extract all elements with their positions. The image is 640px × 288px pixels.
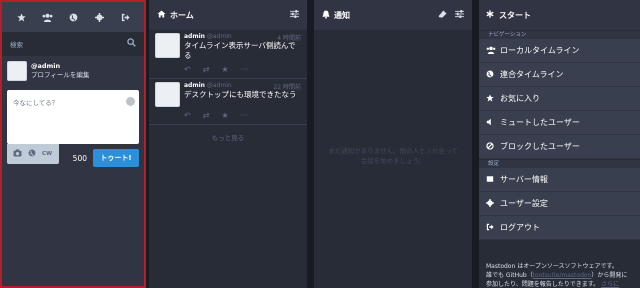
column-title: 通知 <box>334 10 350 20</box>
status-avatar[interactable] <box>155 33 180 58</box>
column-title: スタート <box>499 10 531 20</box>
menu-item-label: ミュートしたユーザー <box>500 118 580 127</box>
search-icon <box>127 37 136 50</box>
star-icon <box>486 93 496 104</box>
account-handle[interactable]: @admin <box>31 62 89 71</box>
home-icon <box>157 10 166 20</box>
favourite-star-icon[interactable]: ★ <box>221 65 228 74</box>
notifications-column: 通知 まだ通知がありません。他の人とふれ合って会話を始めましょう。 <box>314 0 472 288</box>
cog-icon <box>486 198 496 209</box>
bell-icon <box>322 10 330 21</box>
menu-item-label: お気に入り <box>500 94 540 103</box>
menu-item-muted-users[interactable]: ミュートしたユーザー <box>479 111 640 135</box>
book-icon <box>486 175 496 185</box>
menu-item-blocked-users[interactable]: ブロックしたユーザー <box>479 135 640 159</box>
boost-icon[interactable]: ⇄ <box>203 111 210 120</box>
menu-item-label: ログアウト <box>500 223 540 232</box>
navigation-heading: ナビゲーション <box>479 30 640 39</box>
home-column: ホーム admin @admin タイムライン表示サーバ側読んでる 4 時間前 … <box>149 0 307 288</box>
status-item[interactable]: admin @admin デスクトップにも環境できたなう 22 時間前 ↶ ⇄ … <box>149 79 307 125</box>
status-action-bar: ↶ ⇄ ★ ··· <box>184 110 301 120</box>
gear-icon[interactable] <box>93 11 105 23</box>
sign-out-icon[interactable] <box>119 11 131 23</box>
github-link[interactable]: tootsuite/mastodon <box>533 272 592 279</box>
drawer-tabs <box>2 2 144 32</box>
more-ellipsis-icon[interactable]: ··· <box>241 65 249 74</box>
camera-icon[interactable] <box>13 149 22 159</box>
compose-placeholder: 今なにしてる？ <box>13 99 59 107</box>
emoji-picker-icon[interactable] <box>126 97 135 106</box>
empty-notifications-message: まだ通知がありません。他の人とふれ合って会話を始めましょう。 <box>328 147 458 165</box>
column-settings-icon[interactable] <box>290 10 299 20</box>
volume-off-icon <box>486 118 496 128</box>
menu-item-federated-timeline[interactable]: 連合タイムライン <box>479 63 640 87</box>
getting-started-header: スタート <box>479 0 640 30</box>
load-more-button[interactable]: もっと見る <box>149 125 307 149</box>
getting-started-column: スタート ナビゲーション ローカルタイムライン 連合タイムライン お気に入り ミ… <box>479 0 640 288</box>
search-placeholder: 検索 <box>10 40 23 49</box>
more-link[interactable]: さらに <box>601 281 619 288</box>
status-timestamp[interactable]: 22 時間前 <box>273 82 301 91</box>
asterisk-icon <box>486 10 494 20</box>
content-warning-button[interactable]: CW <box>42 151 52 157</box>
navigation-bar: @admin プロフィールを編集 <box>2 56 144 86</box>
toot-button[interactable]: トゥート! <box>93 149 139 167</box>
menu-item-logout[interactable]: ログアウト <box>479 216 640 240</box>
search-input[interactable]: 検索 <box>6 35 140 52</box>
star-icon[interactable] <box>15 11 27 23</box>
more-ellipsis-icon[interactable]: ··· <box>241 111 249 120</box>
menu-item-label: サーバー情報 <box>500 175 548 184</box>
compose-drawer: 検索 @admin プロフィールを編集 今なにしてる？ CW 500 トゥート! <box>0 0 146 288</box>
compose-area: @admin プロフィールを編集 今なにしてる？ CW 500 トゥート! <box>2 56 144 286</box>
reply-icon[interactable]: ↶ <box>184 65 191 74</box>
avatar[interactable] <box>7 61 27 81</box>
notifications-column-header[interactable]: 通知 <box>314 0 472 30</box>
privacy-globe-icon[interactable] <box>28 149 36 159</box>
character-counter: 500 <box>72 153 87 163</box>
menu-item-label: 連合タイムライン <box>500 70 564 79</box>
menu-item-server-info[interactable]: サーバー情報 <box>479 168 640 192</box>
ban-icon <box>486 141 496 152</box>
column-settings-icon[interactable] <box>455 10 464 20</box>
status-avatar[interactable] <box>155 82 180 107</box>
compose-tools: CW <box>7 144 59 164</box>
menu-item-preferences[interactable]: ユーザー設定 <box>479 192 640 216</box>
users-icon[interactable] <box>41 11 53 23</box>
compose-textarea[interactable]: 今なにしてる？ <box>7 90 139 144</box>
globe-icon <box>486 70 496 80</box>
submit-row: 500 トゥート! <box>73 149 139 167</box>
status-timestamp[interactable]: 4 時間前 <box>277 33 301 42</box>
settings-heading: 設定 <box>479 159 640 168</box>
footer-info: Mastodon はオープンソースソフトウェアです。 誰でも GitHub（to… <box>486 263 628 288</box>
menu-item-label: ローカルタイムライン <box>500 46 580 55</box>
menu-item-label: ブロックしたユーザー <box>500 142 580 151</box>
menu-item-local-timeline[interactable]: ローカルタイムライン <box>479 39 640 63</box>
reply-icon[interactable]: ↶ <box>184 111 191 120</box>
clear-notifications-eraser-icon[interactable] <box>438 10 447 20</box>
boost-icon[interactable]: ⇄ <box>203 65 210 74</box>
globe-icon[interactable] <box>67 11 79 23</box>
home-column-header[interactable]: ホーム <box>149 0 307 30</box>
column-title: ホーム <box>170 10 194 20</box>
status-item[interactable]: admin @admin タイムライン表示サーバ側読んでる 4 時間前 ↶ ⇄ … <box>149 30 307 79</box>
users-icon <box>486 46 496 56</box>
menu-item-favourites[interactable]: お気に入り <box>479 87 640 111</box>
menu-item-label: ユーザー設定 <box>500 199 548 208</box>
sign-out-icon <box>486 223 496 233</box>
status-content: デスクトップにも環境できたなう <box>184 90 297 99</box>
favourite-star-icon[interactable]: ★ <box>221 111 228 120</box>
status-content: タイムライン表示サーバ側読んでる <box>184 41 296 60</box>
status-action-bar: ↶ ⇄ ★ ··· <box>184 64 301 74</box>
edit-profile-link[interactable]: プロフィールを編集 <box>31 71 89 80</box>
